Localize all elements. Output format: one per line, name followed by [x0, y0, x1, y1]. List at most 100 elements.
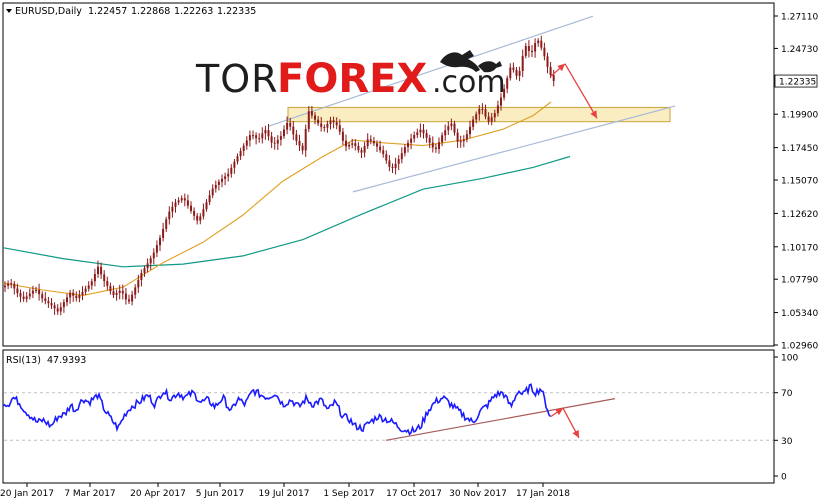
candle-body — [465, 134, 468, 140]
candle-body — [524, 46, 527, 56]
candle-body — [252, 135, 254, 137]
candle-body — [47, 301, 50, 304]
date-tick-label: 20 Jan 2017 — [0, 489, 54, 499]
candle-body — [527, 46, 530, 51]
candle-body — [283, 129, 285, 137]
candle-body — [134, 287, 137, 295]
candle-body — [137, 280, 140, 288]
candle-body — [190, 205, 192, 211]
candle-body — [326, 123, 329, 128]
candle-body — [180, 198, 183, 201]
candle-body — [403, 147, 406, 154]
candle-body — [31, 290, 34, 294]
candle-body — [217, 181, 220, 185]
candle-body — [214, 184, 217, 189]
rsi-tick-label: 70 — [781, 389, 793, 399]
chart-header: EURUSD,Daily 1.22457 1.22868 1.22263 1.2… — [6, 6, 256, 17]
candle-body — [360, 150, 363, 153]
candle-body — [444, 130, 447, 136]
candle-body — [314, 115, 316, 120]
candle-body — [174, 202, 177, 207]
high-value: 1.22868 — [131, 6, 170, 17]
candle-body — [248, 135, 251, 141]
candle-body — [81, 291, 84, 296]
candle-body — [87, 285, 90, 289]
candle-body — [490, 117, 493, 122]
candle-body — [84, 288, 87, 292]
candle-body — [372, 140, 375, 144]
candle-body — [236, 156, 239, 162]
candle-body — [202, 209, 205, 217]
candle-body — [35, 289, 37, 291]
candle-body — [270, 136, 273, 143]
logo-part-tor: TOR — [195, 57, 279, 101]
candle-body — [273, 142, 276, 144]
candle-body — [131, 294, 134, 302]
price-tick-label: 1.27110 — [781, 13, 818, 23]
candle-body — [459, 141, 462, 143]
candle-body — [453, 123, 456, 133]
rsi-panel — [2, 349, 775, 484]
candle-body — [230, 167, 233, 174]
price-tick-label: 1.12620 — [781, 210, 818, 220]
candle-body — [97, 266, 99, 275]
candle-body — [165, 219, 168, 229]
candle-body — [521, 55, 524, 72]
price-tick-label: 1.10170 — [781, 243, 818, 253]
candle-body — [304, 128, 307, 151]
candle-body — [425, 133, 428, 138]
candle-body — [25, 296, 28, 300]
candle-body — [379, 146, 382, 151]
candle-body — [391, 166, 394, 169]
candle-body — [66, 297, 68, 303]
candle-body — [493, 113, 496, 118]
candle-body — [10, 283, 13, 285]
candle-body — [208, 195, 211, 203]
candle-body — [456, 132, 459, 142]
candle-body — [469, 126, 471, 135]
candle-body — [152, 252, 155, 259]
chart-window: 1.22335 1.27110 1.24730 1.19900 1.17450 1.150… — [0, 0, 819, 504]
candle-body — [422, 129, 425, 134]
candle-body — [264, 130, 267, 134]
date-tick-label: 17 Oct 2017 — [386, 489, 442, 499]
candle-body — [348, 144, 351, 147]
candle-body — [56, 308, 59, 312]
candle-body — [115, 292, 118, 296]
candle-body — [431, 142, 434, 148]
date-tick-label: 19 Jul 2017 — [259, 489, 310, 499]
candle-body — [245, 140, 248, 146]
candle-body — [22, 296, 25, 300]
rsi-tick-label: 30 — [781, 437, 793, 447]
candle-body — [69, 292, 72, 298]
candle-body — [388, 160, 391, 167]
candle-body — [121, 290, 124, 294]
candle-body — [292, 126, 295, 135]
price-tick-label: 1.15070 — [781, 177, 818, 187]
candle-body — [478, 108, 481, 115]
candle-body — [298, 140, 301, 146]
price-tick-label: 1.24730 — [781, 45, 818, 55]
candle-body — [462, 139, 465, 142]
date-tick-label: 20 Apr 2017 — [130, 489, 186, 499]
candle-body — [438, 142, 440, 150]
date-tick-label: 1 Sep 2017 — [323, 489, 374, 499]
candle-body — [419, 129, 422, 133]
candle-body — [7, 283, 10, 286]
rsi-tick-label: 0 — [781, 473, 787, 483]
date-tick-label: 30 Nov 2017 — [449, 489, 507, 499]
candle-body — [72, 292, 75, 296]
candle-body — [242, 145, 245, 152]
candle-body — [307, 111, 310, 129]
candle-body — [276, 139, 279, 144]
candle-body — [320, 123, 323, 128]
candle-body — [224, 176, 227, 179]
candle-body — [295, 134, 298, 141]
candle-body — [28, 293, 31, 297]
candle-body — [366, 139, 369, 147]
candle-body — [397, 159, 400, 164]
logo-part-forex: FOREX — [277, 56, 427, 102]
candle-body — [255, 135, 258, 139]
candle-body — [441, 135, 444, 143]
candle-body — [53, 305, 56, 309]
